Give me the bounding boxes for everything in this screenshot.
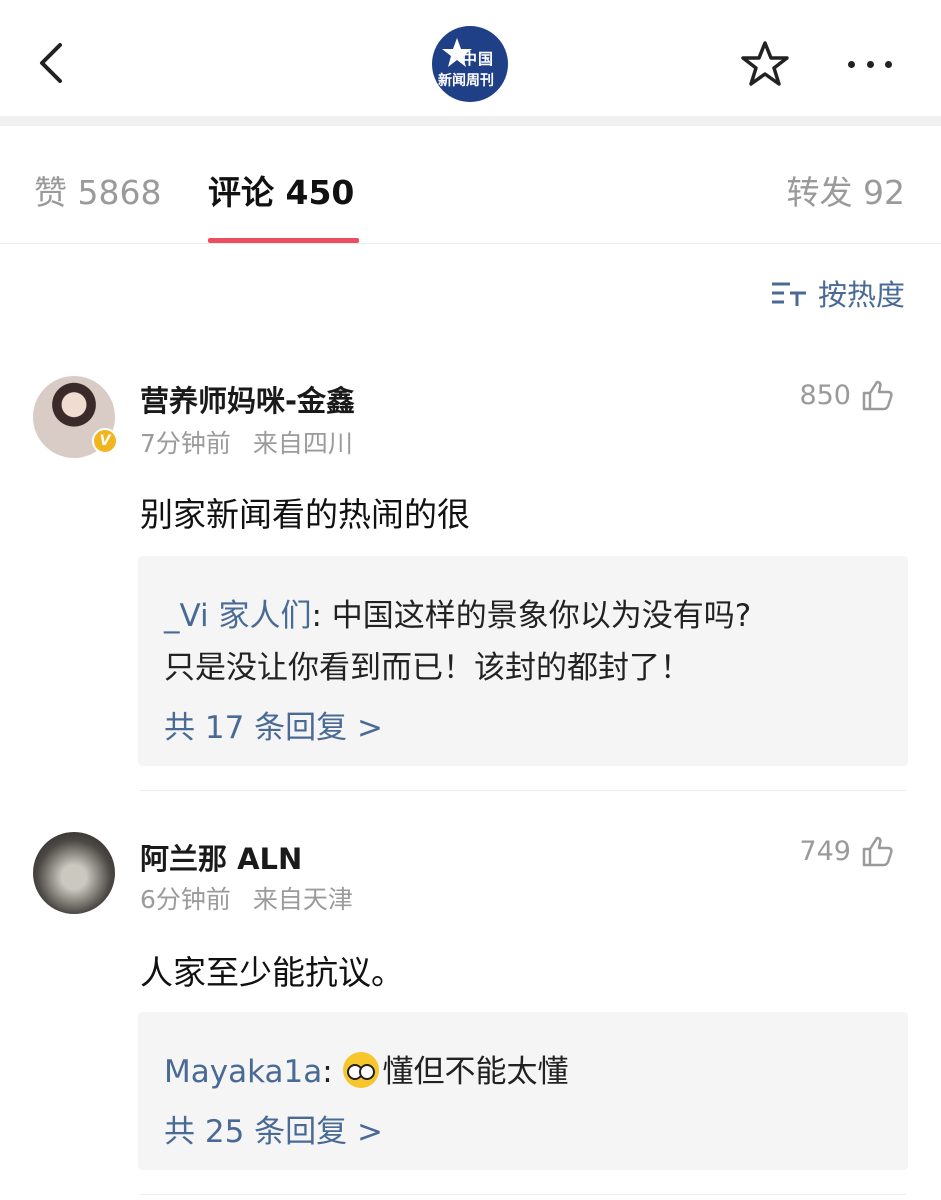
thumbs-up-icon (862, 836, 893, 867)
like-button[interactable]: 749 (799, 834, 895, 868)
thumbs-up-icon (862, 380, 893, 411)
comment-time: 7分钟前 (140, 429, 231, 458)
comment-meta: 7分钟前 来自四川 (140, 424, 353, 460)
reply-colon: : (322, 1054, 343, 1090)
reply-preview[interactable]: _Vi 家人们: 中国这样的景象你以为没有吗? 只是没让你看到而已！该封的都封了… (138, 556, 908, 766)
reply-preview[interactable]: Mayaka1a: 懂但不能太懂 共 25 条回复 > (138, 1012, 908, 1170)
like-count: 749 (799, 835, 851, 867)
tab-comments[interactable]: 评论 450 (208, 166, 354, 214)
comment-meta: 6分钟前 来自天津 (140, 880, 353, 916)
back-button[interactable] (30, 40, 70, 86)
avatar[interactable] (33, 832, 115, 914)
more-options-button[interactable] (840, 52, 900, 76)
verified-badge-icon: V (92, 428, 118, 454)
tab-likes[interactable]: 赞 5868 (34, 166, 161, 214)
comment-location: 来自四川 (252, 429, 353, 458)
reply-text: 懂但不能太懂 (382, 1054, 569, 1090)
active-tab-indicator (208, 238, 359, 243)
publisher-logo[interactable]: 中国 新闻周刊 (432, 26, 508, 102)
dot-icon (885, 60, 892, 68)
sort-label: 按热度 (817, 278, 905, 312)
view-replies-link[interactable]: 共 17 条回复 > (164, 702, 383, 747)
sort-toggle[interactable]: 按热度 (770, 272, 905, 314)
comment-divider (140, 1194, 906, 1195)
comment-time: 6分钟前 (140, 885, 231, 914)
section-divider (0, 116, 941, 126)
comment-divider (140, 790, 906, 791)
top-bar: 中国 新闻周刊 (0, 0, 941, 116)
logo-text-bottom: 新闻周刊 (438, 73, 494, 89)
view-replies-link[interactable]: 共 25 条回复 > (164, 1106, 383, 1151)
reply-line: _Vi 家人们: 中国这样的景象你以为没有吗? (164, 590, 751, 635)
comment-text: 别家新闻看的热闹的很 (140, 495, 470, 534)
like-button[interactable]: 850 (799, 378, 895, 412)
reply-text: : 中国这样的景象你以为没有吗? (311, 598, 752, 634)
star-outline-icon (741, 41, 789, 86)
sort-icon (771, 282, 806, 306)
comment-username[interactable]: 营养师妈咪-金鑫 (140, 378, 355, 420)
comment-text: 人家至少能抗议。 (140, 953, 404, 992)
like-count: 850 (799, 379, 851, 411)
favorite-button[interactable] (740, 39, 790, 89)
nerd-face-emoji-icon (342, 1052, 379, 1088)
dot-icon (866, 60, 874, 68)
reply-line-2: 只是没让你看到而已！该封的都封了！ (164, 650, 691, 686)
chevron-left-icon (40, 43, 62, 83)
reply-author[interactable]: _Vi 家人们 (164, 598, 312, 634)
comment-location: 来自天津 (252, 885, 353, 914)
comment-username[interactable]: 阿兰那 ALN (140, 836, 302, 878)
tab-reposts[interactable]: 转发 92 (787, 166, 905, 214)
tab-bar: 赞 5868 评论 450 转发 92 (0, 126, 941, 244)
reply-author[interactable]: Mayaka1a (164, 1054, 322, 1090)
dot-icon (848, 60, 855, 68)
reply-line: Mayaka1a: 懂但不能太懂 (164, 1046, 569, 1091)
logo-text-top: 中国 (462, 50, 495, 68)
